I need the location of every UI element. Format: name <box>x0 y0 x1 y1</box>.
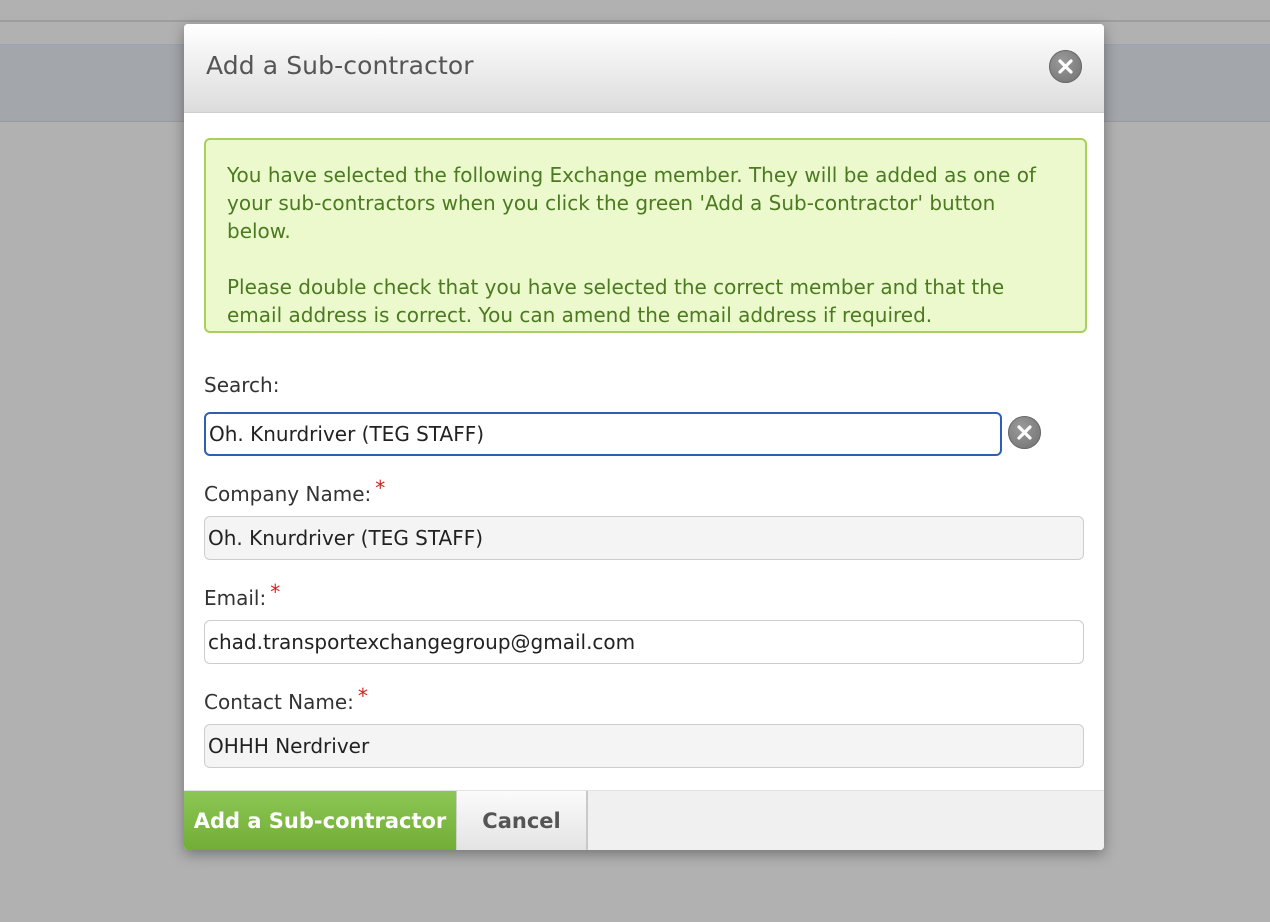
email-field[interactable] <box>204 620 1084 664</box>
required-marker: * <box>375 476 386 500</box>
contact-name-field[interactable] <box>204 724 1084 768</box>
dialog-header: Add a Sub-contractor <box>184 24 1104 113</box>
dialog-footer: Add a Sub-contractor Cancel <box>184 790 1104 850</box>
email-label-text: Email: <box>204 586 267 610</box>
contact-name-label-text: Contact Name: <box>204 690 354 714</box>
company-name-label-text: Company Name: <box>204 482 372 506</box>
search-label: Search: <box>204 373 280 397</box>
contact-name-label: Contact Name: * <box>204 684 368 714</box>
selection-notice: You have selected the following Exchange… <box>204 138 1087 333</box>
add-subcontractor-button[interactable]: Add a Sub-contractor <box>184 791 456 850</box>
required-marker: * <box>270 580 281 604</box>
cancel-button[interactable]: Cancel <box>456 791 588 850</box>
close-icon <box>1058 59 1073 74</box>
email-label: Email: * <box>204 580 280 610</box>
background-divider <box>0 20 1270 22</box>
clear-icon <box>1017 425 1032 440</box>
notice-paragraph: Please double check that you have select… <box>227 275 1005 327</box>
company-name-field[interactable] <box>204 516 1084 560</box>
search-clear-button[interactable] <box>1008 416 1041 449</box>
dialog-title: Add a Sub-contractor <box>206 51 474 80</box>
notice-paragraph: You have selected the following Exchange… <box>227 163 1036 243</box>
close-button[interactable] <box>1049 50 1082 83</box>
search-input[interactable] <box>204 412 1002 456</box>
required-marker: * <box>357 684 368 708</box>
add-subcontractor-dialog: Add a Sub-contractor You have selected t… <box>184 24 1104 850</box>
company-name-label: Company Name: * <box>204 476 385 506</box>
